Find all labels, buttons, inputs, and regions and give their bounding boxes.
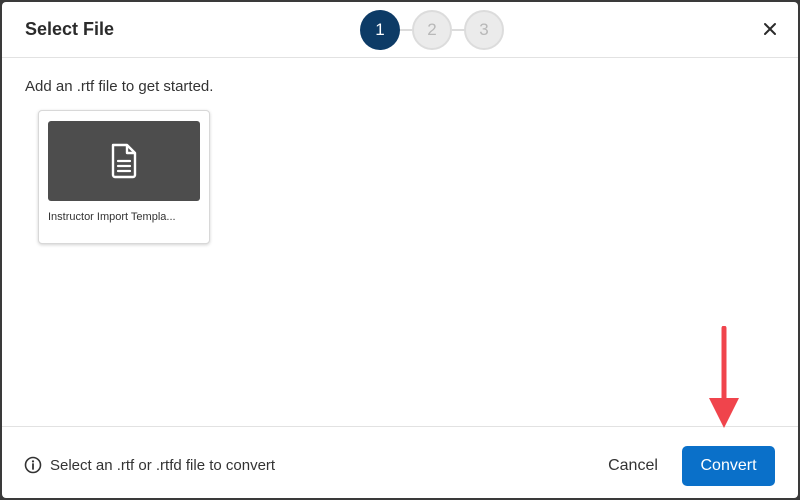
hint-text: Select an .rtf or .rtfd file to convert (50, 456, 276, 474)
select-file-dialog: Select File 1 2 3 Add an .rtf file to ge… (2, 2, 798, 498)
dialog-title: Select File (25, 19, 115, 39)
file-card[interactable]: Instructor Import Templa... (38, 110, 210, 244)
close-button[interactable] (760, 19, 780, 39)
convert-button[interactable]: Convert (682, 446, 775, 486)
instruction-text: Add an .rtf file to get started. (25, 78, 214, 95)
step-2: 2 (412, 10, 452, 50)
step-connector (398, 29, 412, 31)
file-name: Instructor Import Templa... (48, 211, 176, 223)
step-1: 1 (360, 10, 400, 50)
dialog-header: Select File 1 2 3 (2, 2, 798, 58)
hint: Select an .rtf or .rtfd file to convert (24, 456, 275, 474)
close-icon[interactable] (763, 22, 777, 36)
cancel-button[interactable]: Cancel (596, 446, 670, 486)
document-icon (111, 143, 137, 179)
annotation-arrow-icon (709, 326, 739, 428)
file-thumbnail[interactable] (48, 121, 200, 201)
info-icon (24, 456, 42, 474)
dialog-footer: Select an .rtf or .rtfd file to convert … (2, 426, 798, 498)
step-3: 3 (464, 10, 504, 50)
stepper: 1 2 3 (358, 10, 508, 50)
